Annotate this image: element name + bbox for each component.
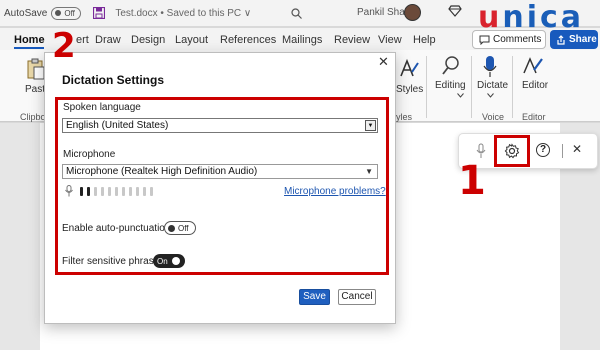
level-bar <box>80 187 83 196</box>
ribbon-divider <box>512 56 513 118</box>
chevron-down-icon <box>457 93 464 98</box>
ribbon-divider <box>426 56 427 118</box>
tab-review[interactable]: Review <box>334 34 370 46</box>
level-bar <box>87 187 90 196</box>
autosave-toggle[interactable]: Off <box>51 6 82 20</box>
auto-punctuation-toggle[interactable]: Off <box>164 221 196 235</box>
chevron-down-icon <box>487 93 494 98</box>
dialog-title: Dictation Settings <box>62 73 165 87</box>
user-name: Pankil Shah <box>357 7 411 18</box>
close-icon[interactable]: ✕ <box>572 142 582 156</box>
comment-icon <box>479 35 490 45</box>
annotation-number-1: 1 <box>458 158 486 204</box>
microphone-select[interactable]: Microphone (Realtek High Definition Audi… <box>62 164 378 179</box>
editor-label[interactable]: Editor <box>522 80 548 91</box>
microphone-icon[interactable] <box>482 55 498 79</box>
level-bar <box>143 187 146 196</box>
microphone-icon <box>65 185 73 197</box>
paste-icon[interactable] <box>26 58 46 80</box>
spoken-language-value: English (United States) <box>66 120 169 131</box>
microphone-icon[interactable] <box>476 143 486 159</box>
dropdown-arrow-icon[interactable]: ▼ <box>365 120 376 131</box>
toggle-knob <box>171 257 180 265</box>
styles-group-label: yles <box>396 112 413 122</box>
auto-punctuation-state: Off <box>178 223 189 233</box>
level-bar <box>150 187 153 196</box>
avatar[interactable] <box>404 4 421 21</box>
autosave-label: AutoSave <box>4 7 48 19</box>
editor-icon[interactable] <box>522 55 544 77</box>
chevron-down-icon[interactable]: ▼ <box>365 165 373 178</box>
auto-punctuation-label: Enable auto-punctuation <box>62 223 171 234</box>
microphone-value: Microphone (Realtek High Definition Audi… <box>66 166 258 177</box>
microphone-label: Microphone <box>63 149 116 160</box>
tab-design[interactable]: Design <box>131 34 165 46</box>
active-tab-indicator <box>14 47 44 49</box>
level-bar <box>115 187 118 196</box>
share-button[interactable]: Share <box>550 30 598 49</box>
document-name[interactable]: Test.docx • Saved to this PC ∨ <box>115 8 251 19</box>
spoken-language-select[interactable]: English (United States) ▼ <box>62 118 378 133</box>
share-icon <box>557 34 565 45</box>
autosave-state: Off <box>64 8 75 18</box>
styles-icon[interactable] <box>398 58 420 80</box>
toggle-knob <box>168 224 175 232</box>
tab-references[interactable]: References <box>220 34 276 46</box>
help-icon[interactable]: ? <box>536 143 550 157</box>
tab-mailings[interactable]: Mailings <box>282 34 322 46</box>
tab-insert[interactable]: ert <box>76 34 89 46</box>
find-icon[interactable] <box>441 55 461 77</box>
level-bar <box>136 187 139 196</box>
level-bar <box>122 187 125 196</box>
styles-label[interactable]: Styles <box>396 84 423 95</box>
gear-icon[interactable] <box>504 143 520 159</box>
microphone-problems-link[interactable]: Microphone problems? <box>284 186 386 197</box>
cancel-button[interactable]: Cancel <box>338 289 376 305</box>
level-bar <box>94 187 97 196</box>
filter-sensitive-label: Filter sensitive phrases <box>62 256 165 267</box>
share-label: Share <box>569 34 597 45</box>
save-icon[interactable] <box>93 7 106 19</box>
filter-sensitive-state: On <box>157 256 168 266</box>
spoken-language-label: Spoken language <box>63 102 141 113</box>
close-icon[interactable]: ✕ <box>378 54 389 70</box>
tab-home[interactable]: Home <box>14 34 45 46</box>
level-bar <box>108 187 111 196</box>
ribbon-divider <box>471 56 472 118</box>
dictate-label[interactable]: Dictate <box>477 80 508 91</box>
editing-label[interactable]: Editing <box>435 80 466 91</box>
save-button[interactable]: Save <box>299 289 330 305</box>
comments-label: Comments <box>493 34 542 45</box>
editor-group-label: Editor <box>522 112 546 122</box>
tab-view[interactable]: View <box>378 34 402 46</box>
level-bar <box>129 187 132 196</box>
filter-sensitive-toggle[interactable]: On <box>153 254 185 268</box>
voice-group-label: Voice <box>482 112 505 122</box>
annotation-number-2: 2 <box>52 26 76 66</box>
tab-draw[interactable]: Draw <box>95 34 121 46</box>
comments-button[interactable]: Comments <box>472 30 546 49</box>
tab-help[interactable]: Help <box>413 34 436 46</box>
clipboard-group-label: Clipbo <box>20 112 46 122</box>
search-icon[interactable] <box>291 7 303 19</box>
tab-layout[interactable]: Layout <box>175 34 208 46</box>
diamond-icon[interactable] <box>448 5 462 17</box>
microphone-level-meter <box>80 187 153 196</box>
level-bar <box>101 187 104 196</box>
toolbar-divider <box>562 144 563 158</box>
